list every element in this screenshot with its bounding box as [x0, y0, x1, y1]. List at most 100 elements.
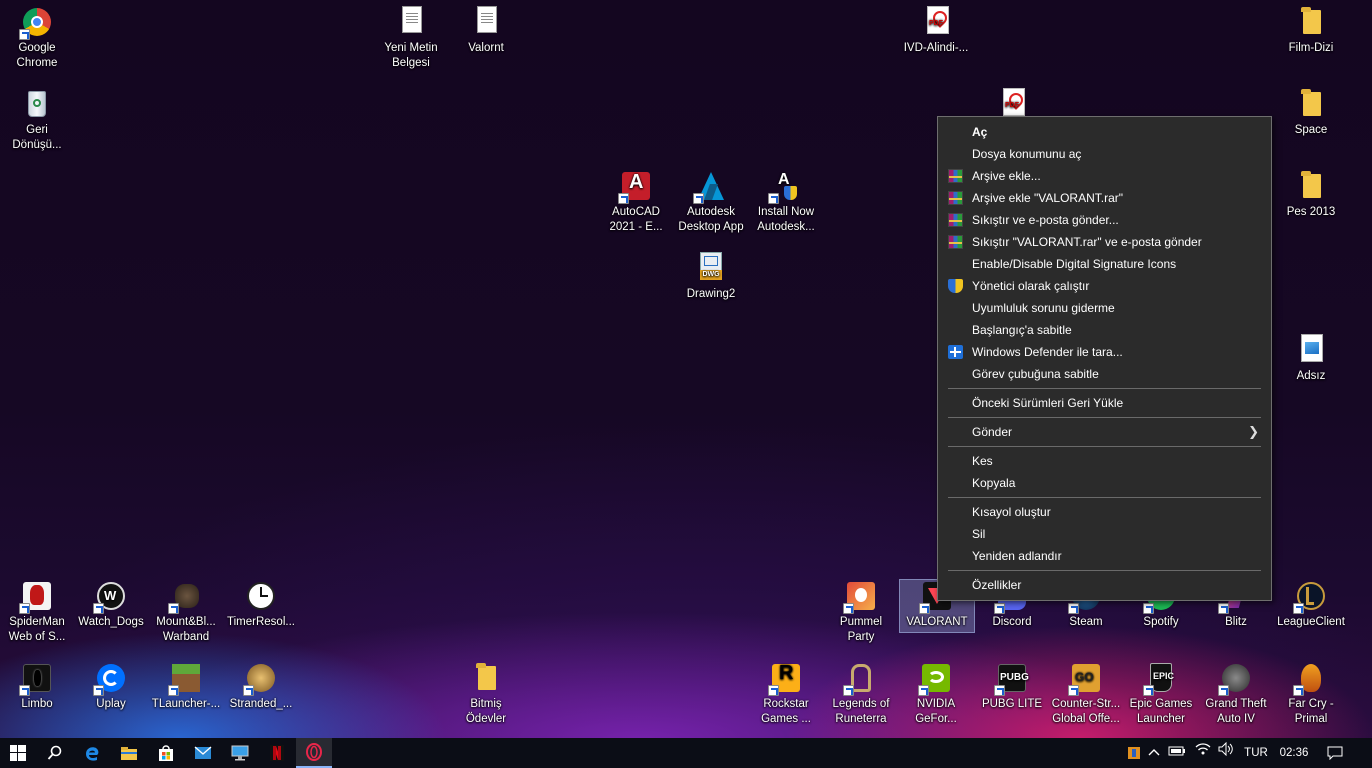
desktop-icon-ivd-pdf[interactable]: IVD-Alindi-...	[899, 6, 973, 56]
tray-app-icon[interactable]	[1124, 738, 1144, 768]
taskbar-store[interactable]	[148, 738, 184, 768]
windows-defender-icon	[948, 345, 963, 359]
icon-label: Yeni Metin Belgesi	[384, 42, 438, 69]
desktop-icon-legends-of-runeterra[interactable]: Legends of Runeterra	[824, 662, 898, 727]
icon-label: Far Cry - Primal	[1288, 698, 1334, 725]
desktop-icon-yeni-metin-belgesi[interactable]: Yeni Metin Belgesi	[374, 6, 448, 71]
volume-button[interactable]	[1215, 738, 1237, 768]
desktop-icon-limbo[interactable]: Limbo	[0, 662, 74, 712]
desktop-icon-timer-resolution[interactable]: TimerResol...	[224, 580, 298, 630]
dwg-file-icon: DWG	[695, 252, 727, 284]
desktop-icon-film-dizi[interactable]: Film-Dizi	[1274, 6, 1348, 56]
desktop-icon-far-cry-primal[interactable]: Far Cry - Primal	[1274, 662, 1348, 727]
desktop-icon-tlauncher[interactable]: TLauncher-...	[149, 662, 223, 712]
taskbar-edge[interactable]	[74, 738, 110, 768]
icon-label: Uplay	[96, 698, 126, 710]
desktop-icon-pummel-party[interactable]: Pummel Party	[824, 580, 898, 645]
desktop-icon-google-chrome[interactable]: Google Chrome	[0, 6, 74, 71]
desktop-icon-drawing2[interactable]: DWG Drawing2	[674, 252, 748, 302]
desktop-icon-bitmis-odevler[interactable]: Bitmiş Ödevler	[449, 662, 523, 727]
icon-label: NVIDIA GeFor...	[915, 698, 957, 725]
search-button[interactable]	[37, 738, 73, 768]
csgo-icon: GO	[1068, 662, 1102, 696]
menu-item-restore-previous-versions[interactable]: Önceki Sürümleri Geri Yükle	[938, 392, 1271, 414]
menu-item-troubleshoot-compatibility[interactable]: Uyumluluk sorunu giderme	[938, 297, 1271, 319]
desktop-icon-uplay[interactable]: Uplay	[74, 662, 148, 712]
icon-label: Counter-Str... Global Offe...	[1051, 698, 1121, 725]
shortcut-arrow-icon	[843, 685, 854, 696]
battery-icon	[1168, 746, 1185, 756]
taskbar-opera-gx[interactable]	[296, 738, 332, 768]
desktop-icon-pubg-lite[interactable]: PUBG PUBG LITE	[975, 662, 1049, 712]
menu-item-properties[interactable]: Özellikler	[938, 574, 1271, 596]
action-center-button[interactable]	[1320, 738, 1350, 768]
desktop-icon-spiderman[interactable]: SpiderMan Web of S...	[0, 580, 74, 645]
icon-label: PUBG LITE	[981, 698, 1043, 710]
desktop-icon-watch-dogs[interactable]: W Watch_Dogs	[74, 580, 148, 630]
desktop[interactable]: Google Chrome Geri Dönüşü... Yeni Metin …	[0, 0, 1372, 738]
icon-label: Grand Theft Auto IV	[1205, 698, 1267, 725]
taskbar-netflix[interactable]	[259, 738, 295, 768]
menu-item-pin-to-taskbar[interactable]: Görev çubuğuna sabitle	[938, 363, 1271, 385]
desktop-icon-nvidia-geforce[interactable]: NVIDIA GeFor...	[899, 662, 973, 727]
desktop-icon-csgo[interactable]: GO Counter-Str... Global Offe...	[1049, 662, 1123, 727]
network-button[interactable]	[1192, 738, 1214, 768]
taskbar-file-explorer[interactable]	[111, 738, 147, 768]
taskbar-mail[interactable]	[185, 738, 221, 768]
desktop-icon-epic-games[interactable]: EPIC Epic Games Launcher	[1124, 662, 1198, 727]
menu-item-send-to[interactable]: Gönder ❯	[938, 421, 1271, 443]
icon-label: Autodesk Desktop App	[678, 206, 744, 233]
menu-item-add-to-archive[interactable]: Arşive ekle...	[938, 165, 1271, 187]
menu-item-rename[interactable]: Yeniden adlandır	[938, 545, 1271, 567]
desktop-icon-mount-blade[interactable]: Mount&Bl... Warband	[149, 580, 223, 645]
clock-button[interactable]: 02:36	[1276, 738, 1312, 768]
menu-item-cut[interactable]: Kes	[938, 450, 1271, 472]
shortcut-arrow-icon	[843, 603, 854, 614]
desktop-icon-league-client[interactable]: LeagueClient	[1274, 580, 1348, 630]
icon-label: Limbo	[21, 698, 53, 710]
menu-item-defender-scan[interactable]: Windows Defender ile tara...	[938, 341, 1271, 363]
taskbar-remote-desktop[interactable]	[222, 738, 258, 768]
shortcut-arrow-icon	[919, 603, 930, 614]
desktop-icon-adsiz[interactable]: Adsız	[1274, 334, 1348, 384]
shortcut-arrow-icon	[1143, 603, 1154, 614]
desktop-icon-install-now-autodesk[interactable]: A Install Now Autodesk...	[749, 170, 823, 235]
menu-item-label: Enable/Disable Digital Signature Icons	[972, 257, 1177, 271]
store-bag-icon	[159, 745, 173, 761]
watch-dogs-icon: W	[93, 580, 127, 614]
input-language-button[interactable]: TUR	[1240, 738, 1272, 768]
menu-item-open-file-location[interactable]: Dosya konumunu aç	[938, 143, 1271, 165]
desktop-icon-pes-2013[interactable]: Pes 2013	[1274, 170, 1348, 220]
menu-item-compress-rar-email[interactable]: Sıkıştır "VALORANT.rar" ve e-posta gönde…	[938, 231, 1271, 253]
desktop-icon-autocad[interactable]: A AutoCAD 2021 - E...	[599, 170, 673, 235]
menu-item-copy[interactable]: Kopyala	[938, 472, 1271, 494]
start-button[interactable]	[0, 738, 36, 768]
show-hidden-icons-button[interactable]	[1145, 738, 1163, 768]
menu-item-delete[interactable]: Sil	[938, 523, 1271, 545]
uac-shield-icon	[948, 279, 963, 293]
menu-item-open[interactable]: Aç	[938, 121, 1271, 143]
menu-item-digital-signature[interactable]: Enable/Disable Digital Signature Icons	[938, 253, 1271, 275]
far-cry-icon	[1293, 662, 1327, 696]
desktop-icon-space[interactable]: Space	[1274, 88, 1348, 138]
menu-item-compress-email[interactable]: Sıkıştır ve e-posta gönder...	[938, 209, 1271, 231]
menu-item-pin-to-start[interactable]: Başlangıç'a sabitle	[938, 319, 1271, 341]
windows-logo-icon	[10, 745, 26, 761]
desktop-icon-stranded[interactable]: Stranded_...	[224, 662, 298, 712]
shortcut-arrow-icon	[19, 685, 30, 696]
icon-label: Pummel Party	[839, 616, 883, 643]
runeterra-icon	[843, 662, 877, 696]
menu-item-add-to-rar[interactable]: Arşive ekle "VALORANT.rar"	[938, 187, 1271, 209]
desktop-icon-autodesk-desktop-app[interactable]: Autodesk Desktop App	[674, 170, 748, 235]
desktop-icon-gta-iv[interactable]: Grand Theft Auto IV	[1199, 662, 1273, 727]
shortcut-arrow-icon	[618, 193, 629, 204]
shortcut-arrow-icon	[243, 685, 254, 696]
icon-label: Drawing2	[686, 288, 736, 300]
desktop-icon-rockstar[interactable]: R Rockstar Games ...	[749, 662, 823, 727]
desktop-icon-valornt[interactable]: Valornt	[449, 6, 523, 56]
menu-item-run-as-admin[interactable]: Yönetici olarak çalıştır	[938, 275, 1271, 297]
battery-button[interactable]	[1166, 738, 1188, 768]
desktop-icon-recycle-bin[interactable]: Geri Dönüşü...	[0, 88, 74, 153]
context-menu: Aç Dosya konumunu aç Arşive ekle... Arşi…	[937, 116, 1272, 601]
menu-item-create-shortcut[interactable]: Kısayol oluştur	[938, 501, 1271, 523]
